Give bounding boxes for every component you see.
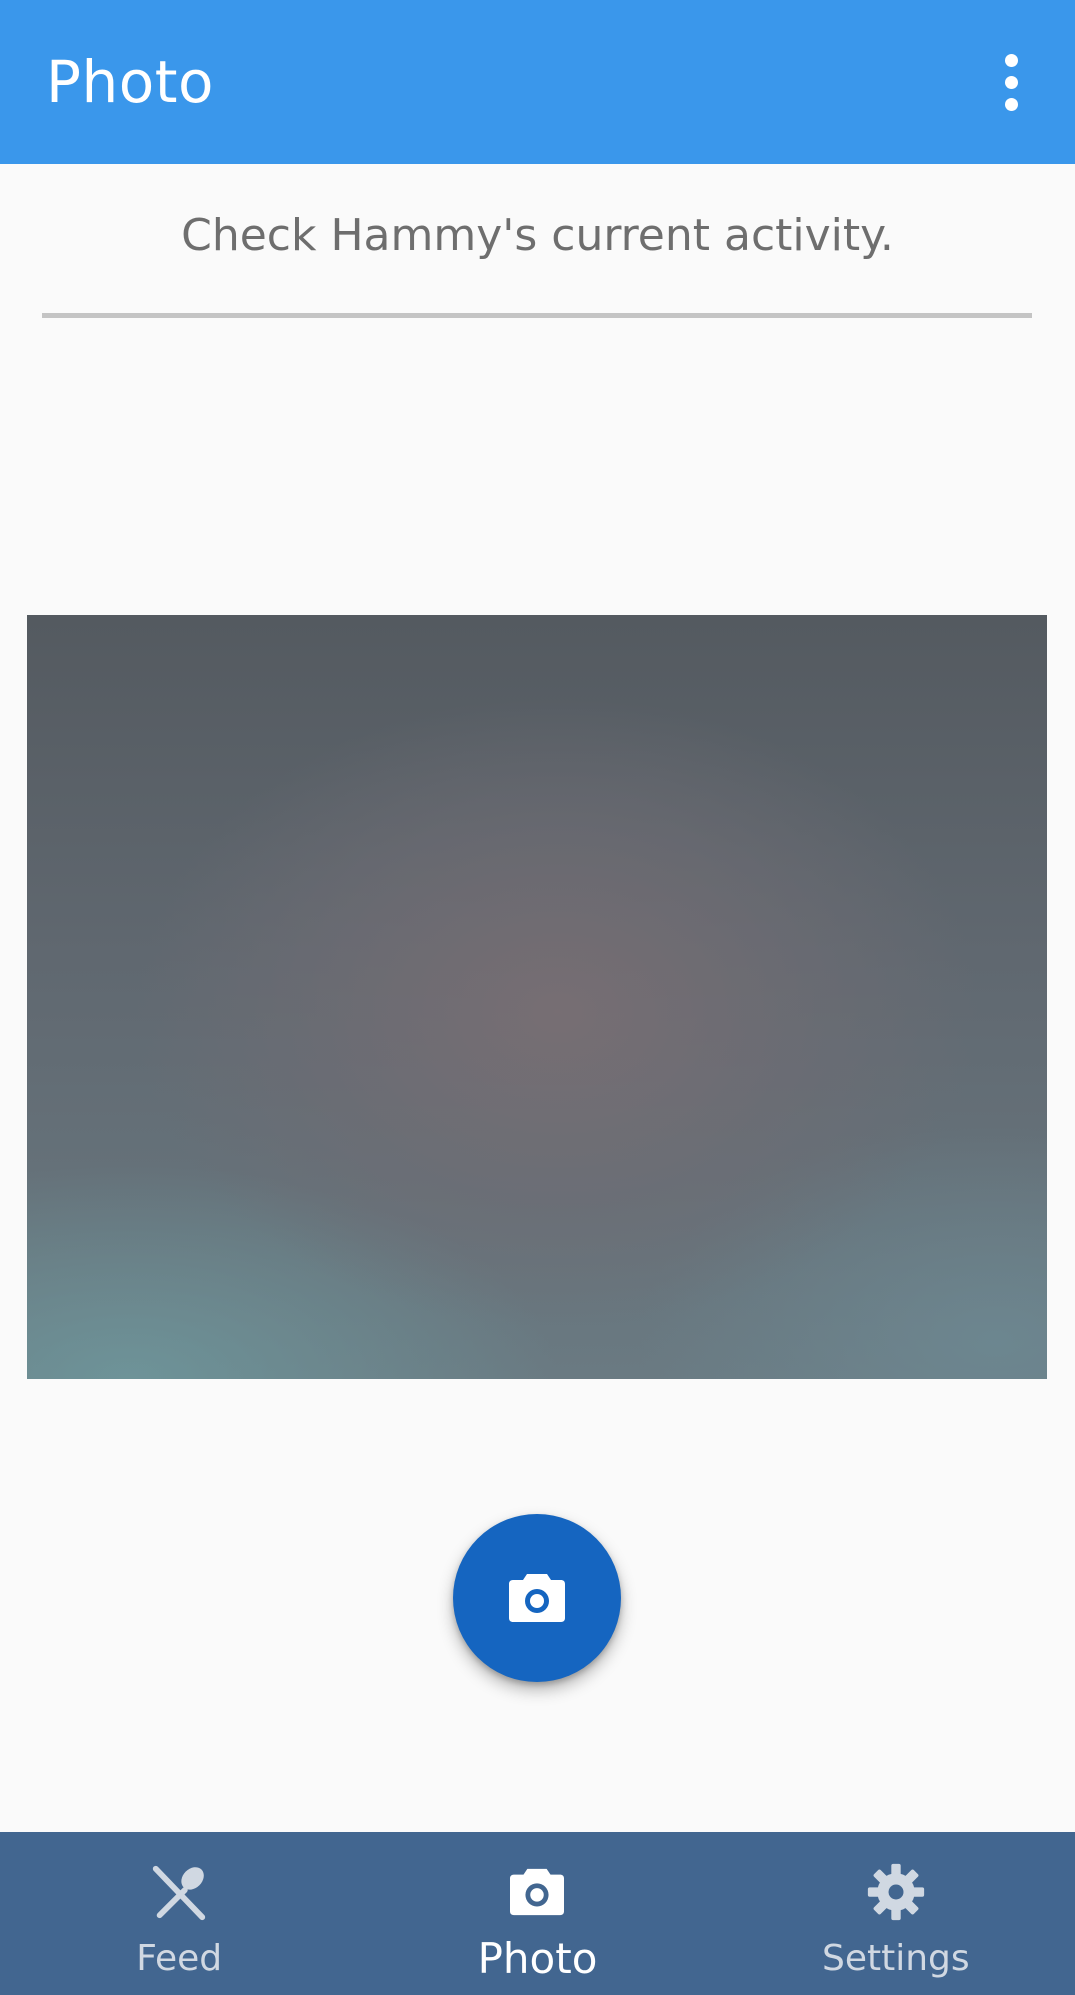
camera-photo-preview — [27, 615, 1047, 1379]
take-photo-button[interactable] — [453, 1514, 621, 1682]
app-bar: Photo — [0, 0, 1075, 164]
bottom-navigation: Feed Photo Settings — [0, 1832, 1075, 1995]
nav-item-photo[interactable]: Photo — [358, 1832, 716, 1995]
nav-item-feed[interactable]: Feed — [0, 1832, 358, 1995]
more-vert-icon-dot — [1004, 75, 1018, 89]
divider — [42, 313, 1032, 318]
more-vert-icon — [1004, 53, 1018, 67]
activity-subtitle: Check Hammy's current activity. — [181, 210, 894, 261]
camera-icon — [509, 1574, 565, 1622]
camera-icon — [505, 1860, 569, 1924]
nav-item-settings[interactable]: Settings — [717, 1832, 1075, 1995]
gear-icon — [864, 1860, 928, 1924]
nav-label-settings: Settings — [821, 1938, 970, 1979]
nav-label-feed: Feed — [136, 1938, 223, 1979]
nav-label-photo: Photo — [477, 1934, 598, 1983]
spoon-knife-icon — [147, 1860, 211, 1924]
more-options-button[interactable] — [991, 42, 1031, 122]
app-root: Photo Check Hammy's current activity. Fe… — [0, 0, 1075, 1995]
page-title: Photo — [46, 48, 214, 116]
more-vert-icon-dot — [1004, 97, 1018, 111]
